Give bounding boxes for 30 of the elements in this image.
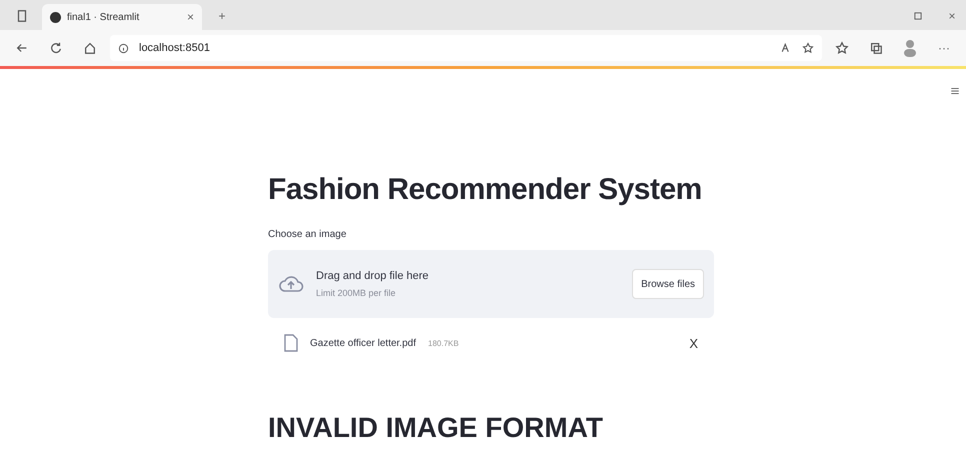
home-icon[interactable] — [83, 41, 97, 55]
info-icon — [118, 42, 129, 54]
dropzone-limit: Limit 200MB per file — [316, 288, 397, 298]
browse-files-button[interactable]: Browse files — [632, 269, 704, 299]
tab-actions-icon[interactable] — [15, 9, 29, 23]
page-title: Fashion Recommender System — [268, 173, 703, 207]
cloud-upload-icon — [278, 273, 304, 295]
restore-icon[interactable] — [913, 11, 923, 21]
favorites-icon[interactable] — [835, 41, 849, 55]
window-close-button[interactable]: × — [948, 9, 956, 23]
remove-file-button[interactable]: X — [685, 336, 702, 350]
file-dropzone[interactable]: Drag and drop file here Limit 200MB per file Browse files — [268, 250, 714, 318]
more-button[interactable]: ··· — [938, 41, 950, 55]
browser-tab[interactable]: final1 · Streamlit × — [42, 4, 202, 30]
refresh-icon[interactable] — [49, 41, 63, 55]
back-icon[interactable] — [15, 41, 29, 55]
collections-icon[interactable] — [869, 41, 883, 55]
uploader-label: Choose an image — [268, 229, 348, 240]
tab-close-button[interactable]: × — [186, 10, 194, 24]
app-logo-icon — [50, 12, 61, 22]
new-tab-button[interactable]: + — [218, 9, 226, 23]
address-bar[interactable]: localhost:8501 — [110, 35, 822, 61]
dropzone-text: Drag and drop file here — [316, 270, 430, 282]
error-heading: INVALID IMAGE FORMAT — [268, 412, 604, 444]
profile-avatar-icon[interactable] — [903, 39, 917, 57]
menu-icon[interactable] — [950, 86, 960, 96]
favorite-icon — [802, 42, 814, 54]
file-size: 180.7KB — [428, 338, 460, 348]
file-icon — [284, 334, 298, 352]
file-name: Gazette officer letter.pdf — [310, 338, 416, 348]
